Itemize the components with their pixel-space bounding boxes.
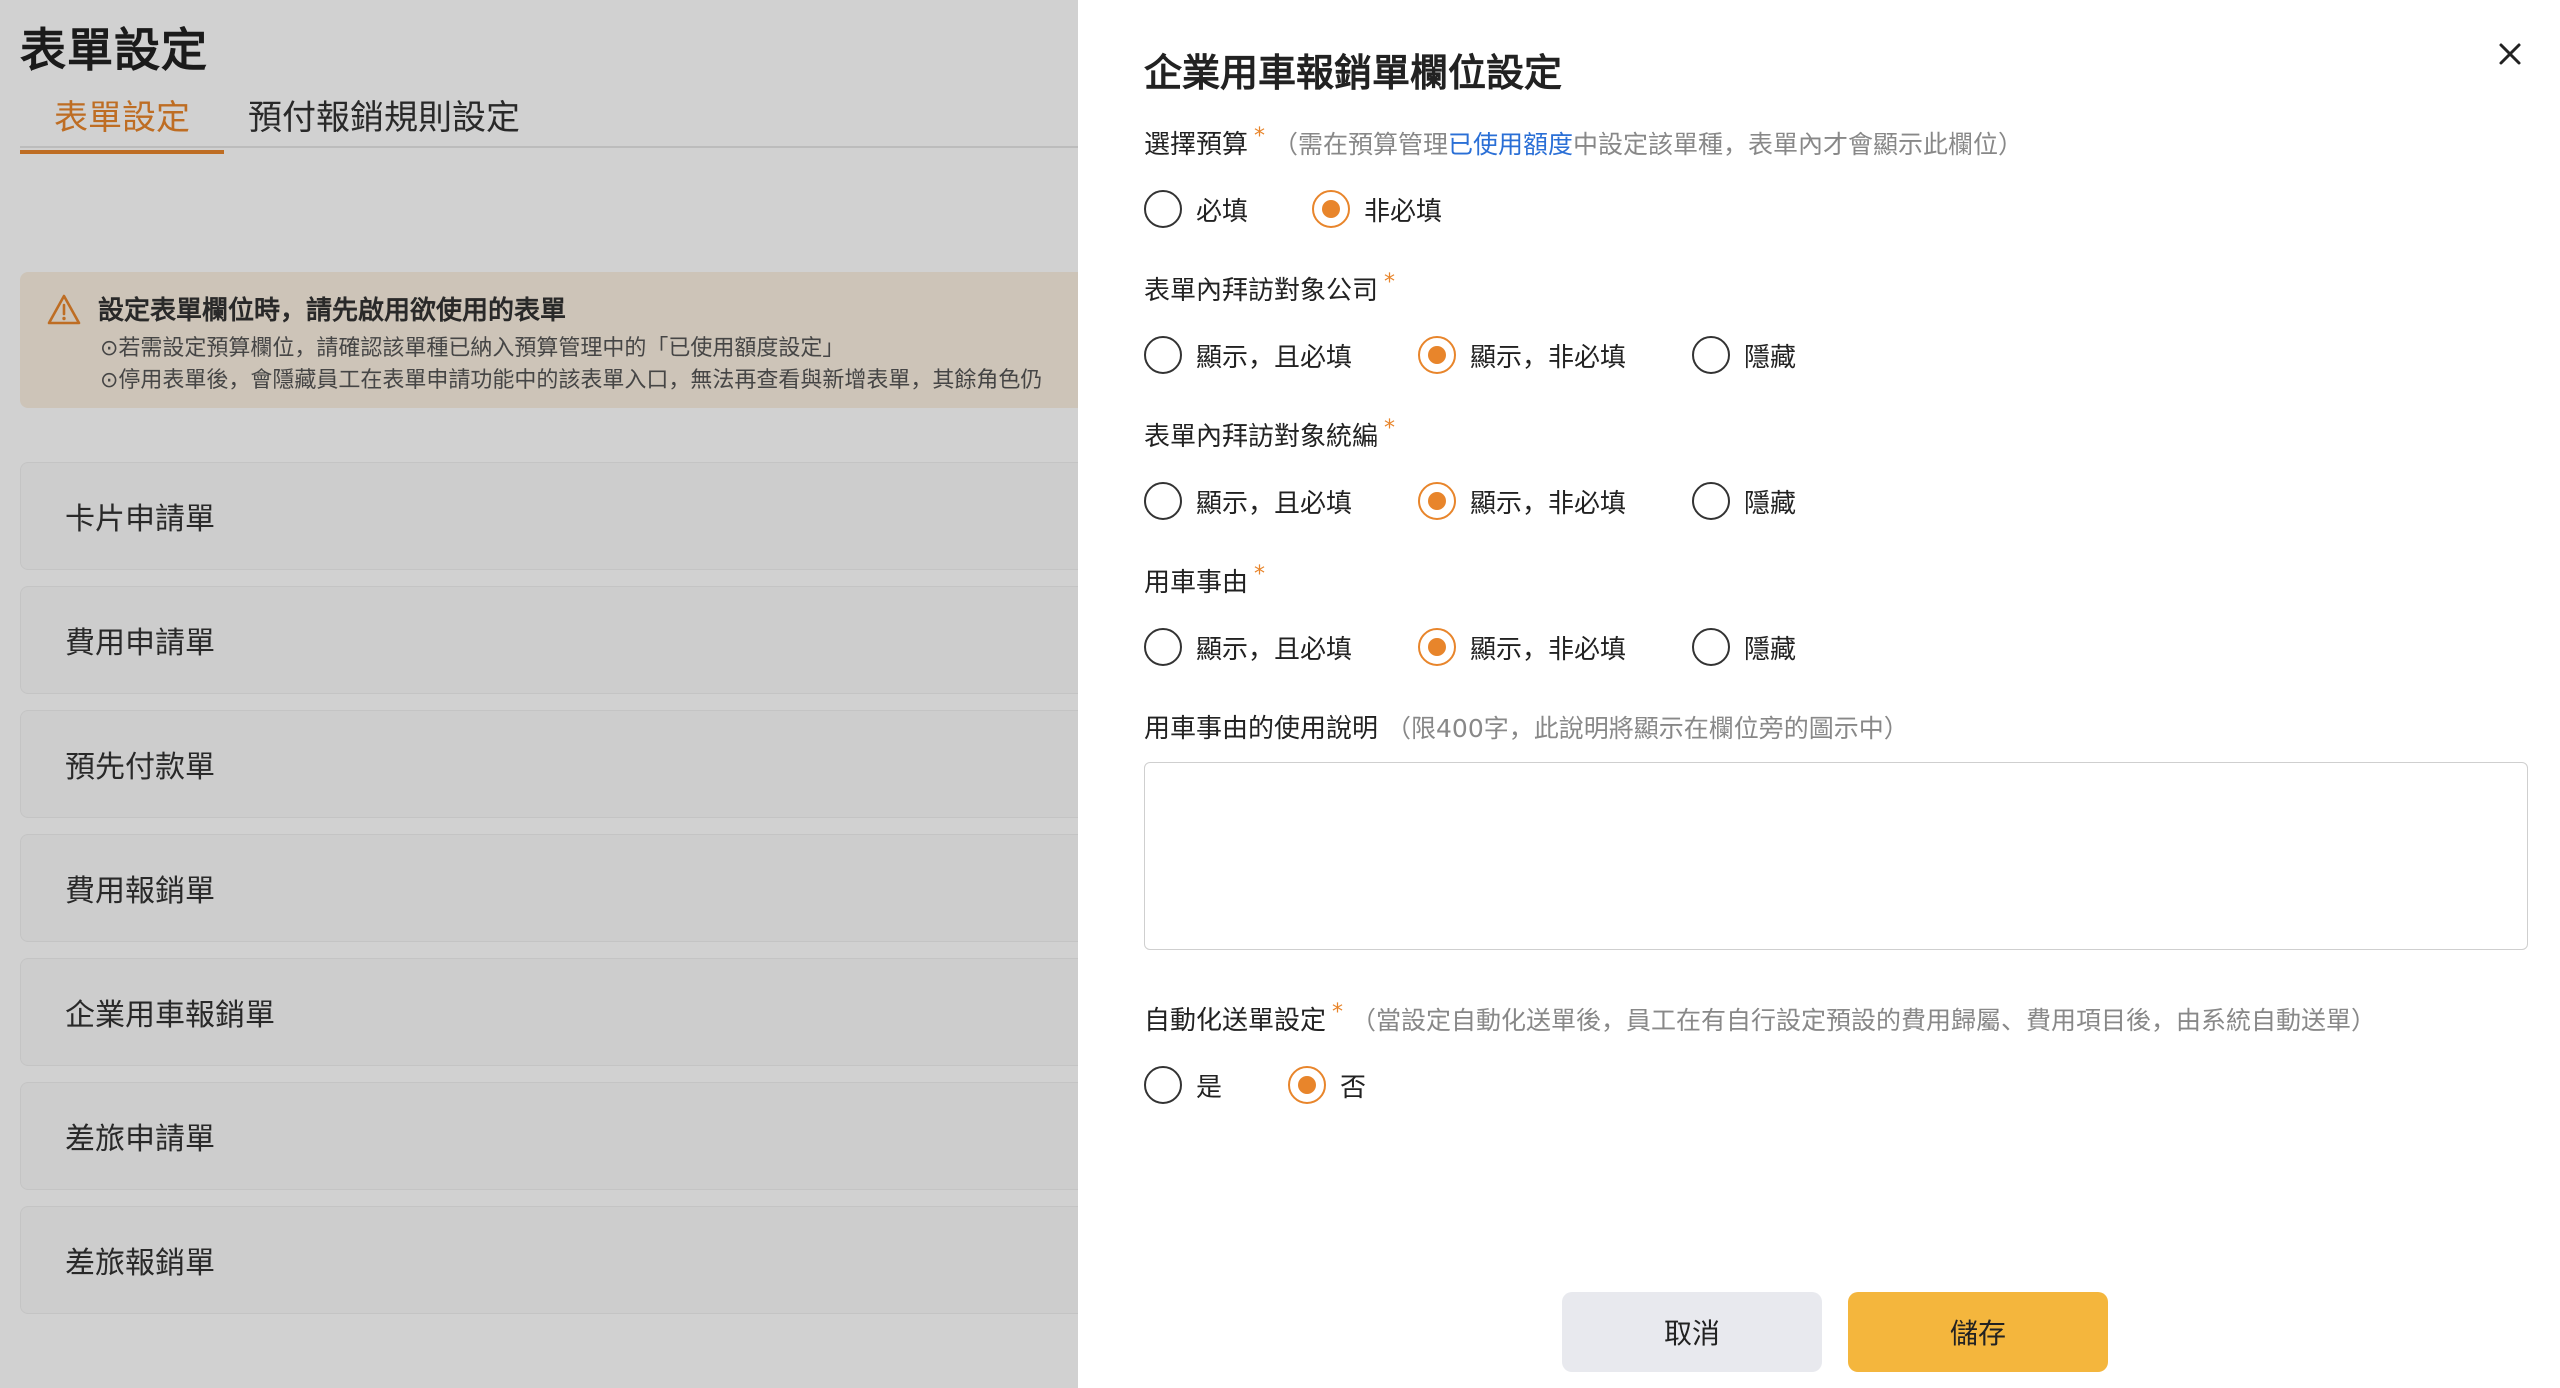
radio-show-optional[interactable]: 顯示，非必填 bbox=[1418, 479, 1626, 523]
cancel-button[interactable]: 取消 bbox=[1562, 1292, 1822, 1372]
required-mark: * bbox=[1254, 124, 1266, 149]
drawer-title: 企業用車報銷單欄位設定 bbox=[1144, 51, 1563, 95]
field-reason-desc: 用車事由的使用說明 （限400字，此說明將顯示在欄位旁的圖示中） bbox=[1144, 708, 2534, 745]
field-label: 表單內拜訪對象統編 * bbox=[1144, 416, 1396, 452]
radio-group-budget: 必填 非必填 bbox=[1144, 187, 2534, 231]
field-visit-company: 表單內拜訪對象公司 * 顯示，且必填 顯示，非必填 隱藏 bbox=[1144, 270, 2534, 377]
field-label: 選擇預算 * （需在預算管理已使用額度中設定該單種，表單內才會顯示此欄位） bbox=[1144, 124, 2024, 160]
radio-no[interactable]: 否 bbox=[1288, 1063, 1366, 1107]
radio-selected-dot bbox=[1428, 492, 1446, 510]
modal-overlay[interactable] bbox=[0, 0, 1078, 1388]
radio-circle bbox=[1144, 482, 1182, 520]
radio-selected-dot bbox=[1428, 346, 1446, 364]
radio-hidden[interactable]: 隱藏 bbox=[1692, 333, 1796, 377]
radio-circle bbox=[1144, 628, 1182, 666]
radio-hidden[interactable]: 隱藏 bbox=[1692, 625, 1796, 669]
radio-group-visit-company: 顯示，且必填 顯示，非必填 隱藏 bbox=[1144, 333, 2534, 377]
field-budget: 選擇預算 * （需在預算管理已使用額度中設定該單種，表單內才會顯示此欄位） 必填 非… bbox=[1144, 124, 2534, 231]
radio-group-reason: 顯示，且必填 顯示，非必填 隱藏 bbox=[1144, 625, 2534, 669]
used-quota-link[interactable]: 已使用額度 bbox=[1448, 130, 1573, 159]
radio-circle bbox=[1692, 482, 1730, 520]
close-icon[interactable] bbox=[2492, 36, 2528, 72]
required-mark: * bbox=[1384, 270, 1396, 295]
radio-circle bbox=[1692, 628, 1730, 666]
radio-show-required[interactable]: 顯示，且必填 bbox=[1144, 625, 1352, 669]
radio-circle bbox=[1144, 190, 1182, 228]
field-visit-taxid: 表單內拜訪對象統編 * 顯示，且必填 顯示，非必填 隱藏 bbox=[1144, 416, 2534, 523]
radio-selected-dot bbox=[1298, 1076, 1316, 1094]
radio-group-auto-submit: 是 否 bbox=[1144, 1063, 2534, 1107]
radio-selected-dot bbox=[1322, 200, 1340, 218]
field-label: 表單內拜訪對象公司 * bbox=[1144, 270, 1396, 306]
required-mark: * bbox=[1254, 562, 1266, 587]
radio-circle bbox=[1144, 336, 1182, 374]
field-label: 自動化送單設定 * （當設定自動化送單後，員工在有自行設定預設的費用歸屬、費用項目後… bbox=[1144, 1000, 2377, 1036]
radio-circle bbox=[1288, 1066, 1326, 1104]
radio-required[interactable]: 必填 bbox=[1144, 187, 1248, 231]
radio-circle bbox=[1312, 190, 1350, 228]
radio-selected-dot bbox=[1428, 638, 1446, 656]
required-mark: * bbox=[1332, 1000, 1344, 1025]
radio-circle bbox=[1418, 482, 1456, 520]
field-label: 用車事由 * bbox=[1144, 562, 1266, 598]
radio-circle bbox=[1144, 1066, 1182, 1104]
required-mark: * bbox=[1384, 416, 1396, 441]
field-auto-submit: 自動化送單設定 * （當設定自動化送單後，員工在有自行設定預設的費用歸屬、費用項目後… bbox=[1144, 1000, 2534, 1107]
radio-show-optional[interactable]: 顯示，非必填 bbox=[1418, 625, 1626, 669]
radio-yes[interactable]: 是 bbox=[1144, 1063, 1222, 1107]
radio-optional[interactable]: 非必填 bbox=[1312, 187, 1442, 231]
reason-description-textarea[interactable] bbox=[1144, 762, 2528, 950]
save-button[interactable]: 儲存 bbox=[1848, 1292, 2108, 1372]
radio-show-optional[interactable]: 顯示，非必填 bbox=[1418, 333, 1626, 377]
radio-hidden[interactable]: 隱藏 bbox=[1692, 479, 1796, 523]
radio-circle bbox=[1692, 336, 1730, 374]
radio-show-required[interactable]: 顯示，且必填 bbox=[1144, 479, 1352, 523]
radio-circle bbox=[1418, 336, 1456, 374]
radio-show-required[interactable]: 顯示，且必填 bbox=[1144, 333, 1352, 377]
field-settings-drawer: 企業用車報銷單欄位設定 選擇預算 * （需在預算管理已使用額度中設定該單種，表單內才… bbox=[1078, 0, 2560, 1388]
radio-group-visit-taxid: 顯示，且必填 顯示，非必填 隱藏 bbox=[1144, 479, 2534, 523]
field-reason: 用車事由 * 顯示，且必填 顯示，非必填 隱藏 bbox=[1144, 562, 2534, 669]
field-label: 用車事由的使用說明 （限400字，此說明將顯示在欄位旁的圖示中） bbox=[1144, 714, 1909, 744]
radio-circle bbox=[1418, 628, 1456, 666]
